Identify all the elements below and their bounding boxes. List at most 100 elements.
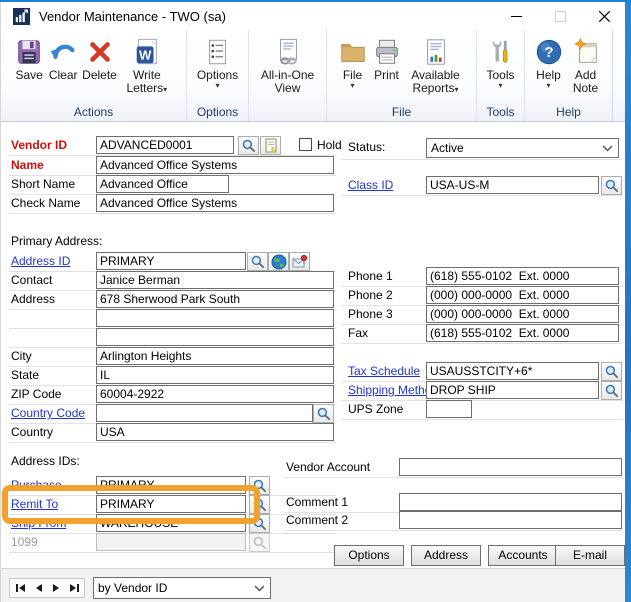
tax-schedule-link[interactable]: Tax Schedule: [348, 364, 420, 378]
add-note-button[interactable]: Add Note: [566, 33, 606, 96]
remit-to-link[interactable]: Remit To: [11, 497, 58, 511]
country-code-link[interactable]: Country Code: [11, 406, 85, 420]
vendor-note-button[interactable]: [260, 136, 281, 155]
toolbar-group-options: Options ▾ Options: [187, 30, 249, 121]
dropdown-caret-icon: ▾: [215, 81, 220, 90]
ship-from-field[interactable]: [96, 514, 246, 532]
ups-zone-field[interactable]: [426, 400, 472, 418]
purchase-address-lookup-button[interactable]: [249, 476, 270, 495]
help-menu-button[interactable]: ? Help ▾: [532, 33, 566, 91]
address-id-row: Address ID: [9, 252, 336, 272]
purchase-address-field[interactable]: [96, 476, 246, 494]
comment1-field[interactable]: [399, 493, 622, 511]
toolbar-group-help: ? Help ▾ Add Note Help: [525, 30, 613, 121]
delete-button[interactable]: Delete: [80, 33, 119, 83]
shipping-method-link[interactable]: Shipping Method: [348, 383, 438, 397]
next-record-button[interactable]: [52, 583, 60, 593]
close-button[interactable]: [582, 2, 626, 30]
vendor-account-field[interactable]: [399, 458, 622, 476]
comment1-label: Comment 1: [286, 495, 349, 509]
available-reports-button[interactable]: Available Reports▾: [404, 33, 468, 96]
map-pin-button[interactable]: [289, 252, 310, 271]
tax-schedule-field[interactable]: [426, 362, 599, 380]
comment2-row: Comment 2: [284, 511, 623, 531]
phone1-field[interactable]: [426, 267, 619, 285]
short-name-field[interactable]: [96, 175, 229, 193]
status-dropdown[interactable]: Active: [426, 138, 619, 158]
options-menu-button[interactable]: Options ▾: [195, 33, 240, 91]
address-button[interactable]: Address: [411, 545, 481, 566]
previous-record-button[interactable]: [35, 583, 43, 593]
ten99-address-row: 1099: [9, 533, 336, 553]
first-record-button[interactable]: [15, 583, 26, 593]
class-id-field[interactable]: [426, 176, 599, 194]
remit-to-field[interactable]: [96, 495, 246, 513]
city-field[interactable]: [96, 347, 334, 365]
class-id-link[interactable]: Class ID: [348, 178, 393, 192]
address-line2-field[interactable]: [96, 309, 334, 327]
options-button[interactable]: Options: [334, 545, 404, 566]
check-name-field[interactable]: [96, 194, 334, 212]
country-field[interactable]: [96, 423, 334, 441]
name-field[interactable]: [96, 156, 334, 174]
accounts-button[interactable]: Accounts: [488, 545, 558, 566]
magnifier-icon: [253, 517, 267, 531]
magnifier-icon: [253, 498, 267, 512]
ship-from-lookup-button[interactable]: [249, 514, 270, 533]
address-line1-field[interactable]: [96, 290, 334, 308]
red-x-icon: [85, 34, 115, 69]
internet-globe-button[interactable]: [268, 252, 289, 271]
shipping-method-field[interactable]: [426, 381, 599, 399]
magnifier-icon: [253, 479, 267, 493]
vendor-id-lookup-button[interactable]: [238, 136, 259, 155]
app-icon: [13, 7, 30, 25]
phone2-field[interactable]: [426, 286, 619, 304]
remit-to-lookup-button[interactable]: [249, 495, 270, 514]
state-field[interactable]: [96, 366, 334, 384]
address-line3-field[interactable]: [96, 328, 334, 346]
record-browser-bar: by Vendor ID: [1, 568, 626, 602]
all-in-one-view-button[interactable]: All-in-One View: [253, 33, 323, 96]
chevron-down-icon: [254, 584, 265, 592]
ribbon-toolbar: Save Clear Delete W Write Letters▾ Actio…: [1, 30, 626, 122]
address-id-lookup-button[interactable]: [247, 252, 268, 271]
minimize-button[interactable]: [494, 2, 538, 30]
print-button[interactable]: Print: [370, 33, 404, 83]
shipping-method-lookup-button[interactable]: [601, 381, 622, 400]
country-label: Country: [11, 425, 54, 439]
contact-field[interactable]: [96, 271, 334, 289]
ship-from-link[interactable]: Ship From: [11, 516, 66, 530]
ten99-lookup-button: [249, 533, 270, 552]
group-label-actions: Actions: [73, 105, 114, 119]
sort-by-dropdown[interactable]: by Vendor ID: [93, 577, 271, 599]
tools-menu-button[interactable]: Tools ▾: [484, 33, 518, 91]
status-row: Status: Active: [341, 138, 623, 160]
country-code-lookup-button[interactable]: [313, 404, 334, 423]
country-code-row: Country Code: [9, 404, 336, 424]
phone3-field[interactable]: [426, 305, 619, 323]
comment2-field[interactable]: [399, 511, 622, 529]
clear-button[interactable]: Clear: [46, 33, 80, 83]
save-button[interactable]: Save: [12, 33, 46, 83]
tax-schedule-lookup-button[interactable]: [601, 362, 622, 381]
hold-checkbox[interactable]: [299, 138, 312, 151]
class-id-lookup-button[interactable]: [601, 176, 622, 195]
fax-field[interactable]: [426, 324, 619, 342]
vendor-id-field[interactable]: [96, 136, 234, 154]
ten99-field: [96, 533, 246, 551]
file-menu-button[interactable]: File ▾: [336, 33, 370, 91]
magnifier-icon: [253, 536, 267, 550]
last-record-button[interactable]: [69, 583, 80, 593]
write-letters-button[interactable]: W Write Letters▾: [119, 33, 175, 96]
window-title: Vendor Maintenance - TWO (sa): [39, 8, 226, 24]
zip-field[interactable]: [96, 385, 334, 403]
vendor-id-row: Vendor ID Hold: [9, 136, 342, 156]
address-id-link[interactable]: Address ID: [11, 254, 70, 268]
country-code-field[interactable]: [96, 404, 313, 422]
primary-address-heading: Primary Address:: [11, 234, 103, 248]
email-button[interactable]: E-mail: [555, 545, 625, 566]
purchase-address-link[interactable]: Purchase: [11, 478, 62, 492]
address-id-field[interactable]: [96, 252, 246, 270]
maximize-button[interactable]: [538, 2, 582, 30]
sort-by-value: by Vendor ID: [98, 581, 168, 595]
